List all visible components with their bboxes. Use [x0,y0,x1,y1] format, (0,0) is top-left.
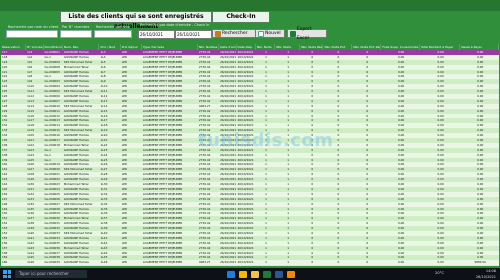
date-to-field[interactable]: 26/10/2021 [175,30,212,39]
clock-date: 26/10/2021 [475,275,496,279]
table-cell: 1 [265,260,267,265]
search-date-label: Recherche par date [96,25,131,29]
refresh-icon [258,30,264,37]
table-cell: GOUNANE Hamza [63,260,89,265]
table-cell: 26/10/2021 [220,260,237,265]
table-cell: 4083.27 [198,260,211,265]
table-cell: 26/10/2021 [237,260,254,265]
table-cell: 1L46 [27,260,34,265]
taskbar-apps [227,270,295,278]
table-cell: 9884.00 [474,260,486,265]
title-bar [0,0,500,11]
search-name-label: Recherche par nom du client [8,25,59,29]
table-cell: 1L46 [100,260,108,265]
search-room-input[interactable] [60,30,92,38]
reset-button[interactable]: Nouvel [255,29,285,38]
export-button-label: Export Excel [296,26,312,41]
excel-app-icon[interactable] [263,270,271,278]
table-cell: 0.00 [437,260,444,265]
checkin-period-label: Recherche par date d'arrivée - Check In [140,23,210,27]
system-clock[interactable]: 14:08 26/10/2021 [476,268,496,280]
search-date-input[interactable] [94,30,132,38]
excel-icon [290,30,296,37]
search-button[interactable]: Rechercher [212,29,258,38]
table-cell: 160 [2,260,8,265]
table-cell: 0 [311,260,314,265]
chrome-icon[interactable] [239,270,247,278]
edge-icon[interactable] [227,270,235,278]
taskbar-search-input[interactable]: Taper ici pour rechercher [15,270,87,278]
vlc-icon[interactable] [287,270,295,278]
table-cell: 0.00 [397,260,405,265]
reset-button-label: Nouvel [265,31,281,36]
table-cell: GL-000039 [44,260,60,265]
table-cell: 0 [366,260,369,265]
watermark: tunisdis.com [198,130,334,151]
search-button-label: Rechercher [222,31,248,36]
page-title: Liste des clients qui se sont enregistré… [60,11,212,30]
search-icon [215,30,221,37]
app-window: Liste des clients qui se sont enregistré… [0,0,500,268]
export-excel-button[interactable]: Export Excel [287,27,327,41]
table-cell: 1 [287,260,290,265]
word-app-icon[interactable] [275,270,283,278]
file-explorer-icon[interactable] [251,270,259,278]
taskbar: Taper ici pour rechercher 20°C 14:08 26/… [0,268,500,280]
table-body: 117 1L3 GL-000001 GOUNANE Hamza 1L3 LPD LOGEME… [1,50,499,266]
search-room-label: Par N° chambre [62,25,90,29]
mode-label: Check-In [212,11,270,23]
table-cell: LPD [121,260,128,265]
clients-table[interactable]: Réservation N° Arrivée Nom/Prénom Num. Réc.… [1,44,499,266]
table-row[interactable]: 160 1L46 GL-000039 GOUNANE Hamza 1L46 LPD LOGE… [1,260,499,266]
windows-start-icon[interactable] [3,270,11,278]
table-cell: LOGEMENT PETIT DEJEUNER [142,260,183,265]
search-name-input[interactable] [6,30,58,38]
weather-indicator[interactable]: 20°C [435,271,444,275]
date-from-field[interactable]: 26/10/2021 [138,30,175,39]
table-cell: 0 [337,260,340,265]
